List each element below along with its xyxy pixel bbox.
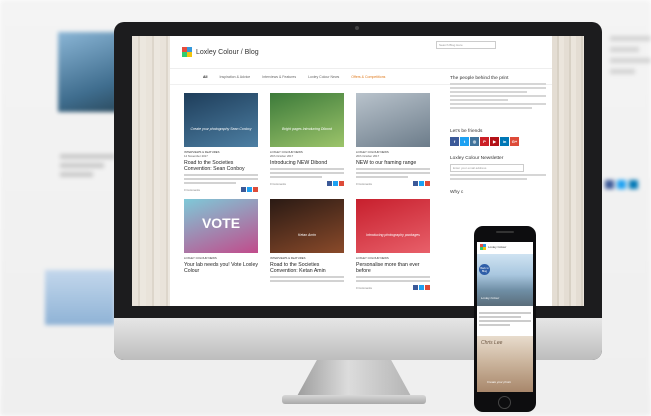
phone-hero-caption: Loxley Colour [481, 296, 500, 300]
iphone: Loxley Colour Back to Blog Loxley Colour… [474, 226, 536, 412]
post-card[interactable]: Bright pages Introducing Dibond LOXLEY C… [270, 93, 344, 186]
background-post-image [58, 32, 118, 112]
sidebar-people-text [450, 83, 546, 109]
phone-photo-script: Chris Lee [481, 340, 503, 346]
phone-speaker [496, 231, 514, 233]
post-category: LOXLEY COLOUR NEWS [356, 256, 389, 260]
post-image-caption: Ketan Amin [298, 233, 316, 237]
sidebar-people-title: The people behind the print [450, 76, 509, 81]
site-header: Loxley Colour / Blog Search Blog Here [170, 36, 552, 69]
post-excerpt [356, 168, 430, 178]
post-image[interactable]: Introducing photography packages [356, 199, 430, 253]
post-excerpt [270, 276, 344, 282]
post-title[interactable]: Road to the Societies Convention: Ketan … [270, 262, 344, 274]
post-image[interactable]: Bright pages Introducing Dibond [270, 93, 344, 147]
linkedin-icon[interactable]: in [500, 137, 509, 146]
site-logo[interactable]: Loxley Colour / Blog [182, 47, 259, 57]
background-social-icons [605, 180, 638, 189]
post-image[interactable]: Create your photography Sean Conboy [184, 93, 258, 147]
wood-background-right [552, 36, 584, 306]
post-image-caption: Introducing photography packages [366, 233, 420, 237]
post-date: 20th October 2017 [356, 154, 380, 158]
post-card[interactable]: Introducing photography packages LOXLEY … [356, 199, 430, 290]
post-image-caption: Bright pages Introducing Dibond [281, 127, 332, 131]
post-date: 14 November 2017 [184, 154, 208, 158]
post-excerpt [270, 168, 344, 178]
post-comments[interactable]: 0 Comments [184, 188, 200, 192]
share-icons[interactable] [413, 285, 430, 290]
phone-back-badge[interactable]: Back to Blog [479, 264, 490, 275]
post-category: INTERVIEWS & FEATURES [270, 256, 306, 260]
newsletter-title: Loxley Colour Newsletter [450, 156, 504, 161]
youtube-icon[interactable]: ▶ [490, 137, 499, 146]
sidebar: The people behind the print Let's be fri… [450, 76, 546, 195]
phone-text-block [479, 310, 531, 328]
post-title[interactable]: Your lab needs you! Vote Loxley Colour [184, 262, 258, 274]
post-excerpt [184, 174, 258, 184]
post-title[interactable]: Personalise more than ever before [356, 262, 430, 274]
post-excerpt [356, 276, 430, 282]
search-input[interactable]: Search Blog Here [436, 41, 496, 49]
share-icons[interactable] [327, 181, 344, 186]
share-icons[interactable] [241, 187, 258, 192]
newsletter-email-input[interactable]: Enter your email address [450, 164, 524, 172]
post-category: LOXLEY COLOUR NEWS [184, 256, 217, 260]
post-image-caption: VOTE [201, 215, 241, 231]
post-image[interactable] [356, 93, 430, 147]
logo-icon [480, 244, 486, 250]
background-sidebar [610, 30, 651, 280]
google-plus-icon[interactable]: G+ [510, 137, 519, 146]
post-image[interactable]: VOTE [184, 199, 258, 253]
instagram-icon[interactable]: ◎ [470, 137, 479, 146]
phone-screen: Loxley Colour Back to Blog Loxley Colour… [477, 242, 533, 392]
sidebar-why-title: Why c [450, 190, 464, 195]
facebook-icon[interactable]: f [450, 137, 459, 146]
nav-news[interactable]: Loxley Colour News [308, 75, 339, 79]
phone-header: Loxley Colour [477, 242, 533, 252]
social-icons: f t ◎ P ▶ in G+ [450, 137, 546, 146]
post-card[interactable]: VOTE LOXLEY COLOUR NEWS Your lab needs y… [184, 199, 258, 274]
post-card[interactable]: LOXLEY COLOUR NEWS 20th October 2017 NEW… [356, 93, 430, 186]
post-title[interactable]: NEW to our framing range [356, 160, 430, 166]
camera-dot [355, 26, 359, 30]
post-card[interactable]: Create your photography Sean Conboy INTE… [184, 93, 258, 192]
background-vote-image [45, 270, 115, 325]
post-comments[interactable]: 0 Comments [356, 286, 372, 290]
pinterest-icon[interactable]: P [480, 137, 489, 146]
sidebar-friends-title: Let's be friends [450, 129, 483, 134]
post-comments[interactable]: 0 Comments [270, 182, 286, 186]
wood-background-left [132, 36, 170, 306]
nav-offers[interactable]: Offers & Competitions [351, 75, 385, 79]
post-image[interactable]: Ketan Amin [270, 199, 344, 253]
post-title[interactable]: Introducing NEW Dibond [270, 160, 344, 166]
post-date: 20th October 2017 [270, 154, 294, 158]
post-comments[interactable]: 0 Comments [356, 182, 372, 186]
phone-logo-text: Loxley Colour [488, 245, 507, 249]
nav-all[interactable]: All [203, 75, 207, 79]
home-button[interactable] [498, 396, 511, 409]
background-post-text [60, 150, 115, 190]
logo-text: Loxley Colour / Blog [196, 48, 259, 56]
logo-icon [182, 47, 192, 57]
post-card[interactable]: Ketan Amin INTERVIEWS & FEATURES Road to… [270, 199, 344, 284]
nav-inspiration[interactable]: Inspiration & Advice [219, 75, 250, 79]
twitter-icon[interactable]: t [460, 137, 469, 146]
phone-photo-caption: Create your photo [487, 380, 512, 384]
post-title[interactable]: Road to the Societies Convention: Sean C… [184, 160, 258, 172]
share-icons[interactable] [413, 181, 430, 186]
post-image-caption: Create your photography Sean Conboy [190, 127, 252, 131]
nav-interviews[interactable]: Interviews & Features [262, 75, 296, 79]
monitor-base [282, 395, 426, 404]
